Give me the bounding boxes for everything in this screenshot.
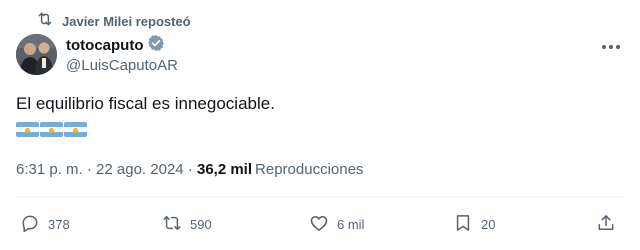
views-count: 36,2 mil [196, 161, 253, 178]
more-options-icon[interactable] [600, 38, 622, 56]
verified-badge-icon[interactable] [147, 34, 165, 57]
like-count: 6 mil [337, 216, 365, 232]
repost-button[interactable]: 590 [162, 210, 212, 238]
reply-count: 378 [48, 216, 70, 232]
bookmark-button[interactable]: 20 [453, 210, 495, 238]
share-button[interactable] [596, 210, 616, 238]
bookmark-count: 20 [481, 216, 496, 232]
tweet-text: El equilibrio fiscal es innegociable. [16, 94, 275, 113]
share-icon [596, 213, 616, 236]
like-button[interactable]: 6 mil [309, 210, 364, 238]
post-date[interactable]: 22 ago. 2024 [96, 161, 184, 178]
repost-count: 590 [190, 216, 212, 232]
reply-icon [20, 213, 40, 236]
divider [16, 196, 624, 197]
reply-button[interactable]: 378 [20, 210, 70, 238]
post-time[interactable]: 6:31 p. m. [16, 161, 83, 178]
action-bar: 378 590 6 mil 20 [0, 210, 640, 238]
name-line: totocaputo [66, 34, 178, 57]
repost-icon [36, 10, 54, 33]
author-block: totocaputo @LuisCaputoAR [66, 34, 178, 74]
bookmark-icon [453, 213, 473, 236]
repost-icon [162, 213, 182, 236]
repost-header: Javier Milei reposteó [36, 11, 191, 31]
repost-label[interactable]: Javier Milei reposteó [62, 14, 191, 29]
argentina-flag-icon [64, 122, 87, 137]
emoji-flags [16, 122, 87, 137]
argentina-flag-icon [40, 122, 63, 137]
argentina-flag-icon [16, 122, 39, 137]
display-name[interactable]: totocaputo [66, 37, 143, 54]
handle[interactable]: @LuisCaputoAR [66, 57, 178, 74]
tweet-meta: 6:31 p. m. · 22 ago. 2024 · 36,2 mil Rep… [16, 161, 363, 178]
avatar[interactable] [16, 34, 57, 75]
views-label: Reproducciones [255, 161, 364, 178]
heart-icon [309, 213, 329, 236]
